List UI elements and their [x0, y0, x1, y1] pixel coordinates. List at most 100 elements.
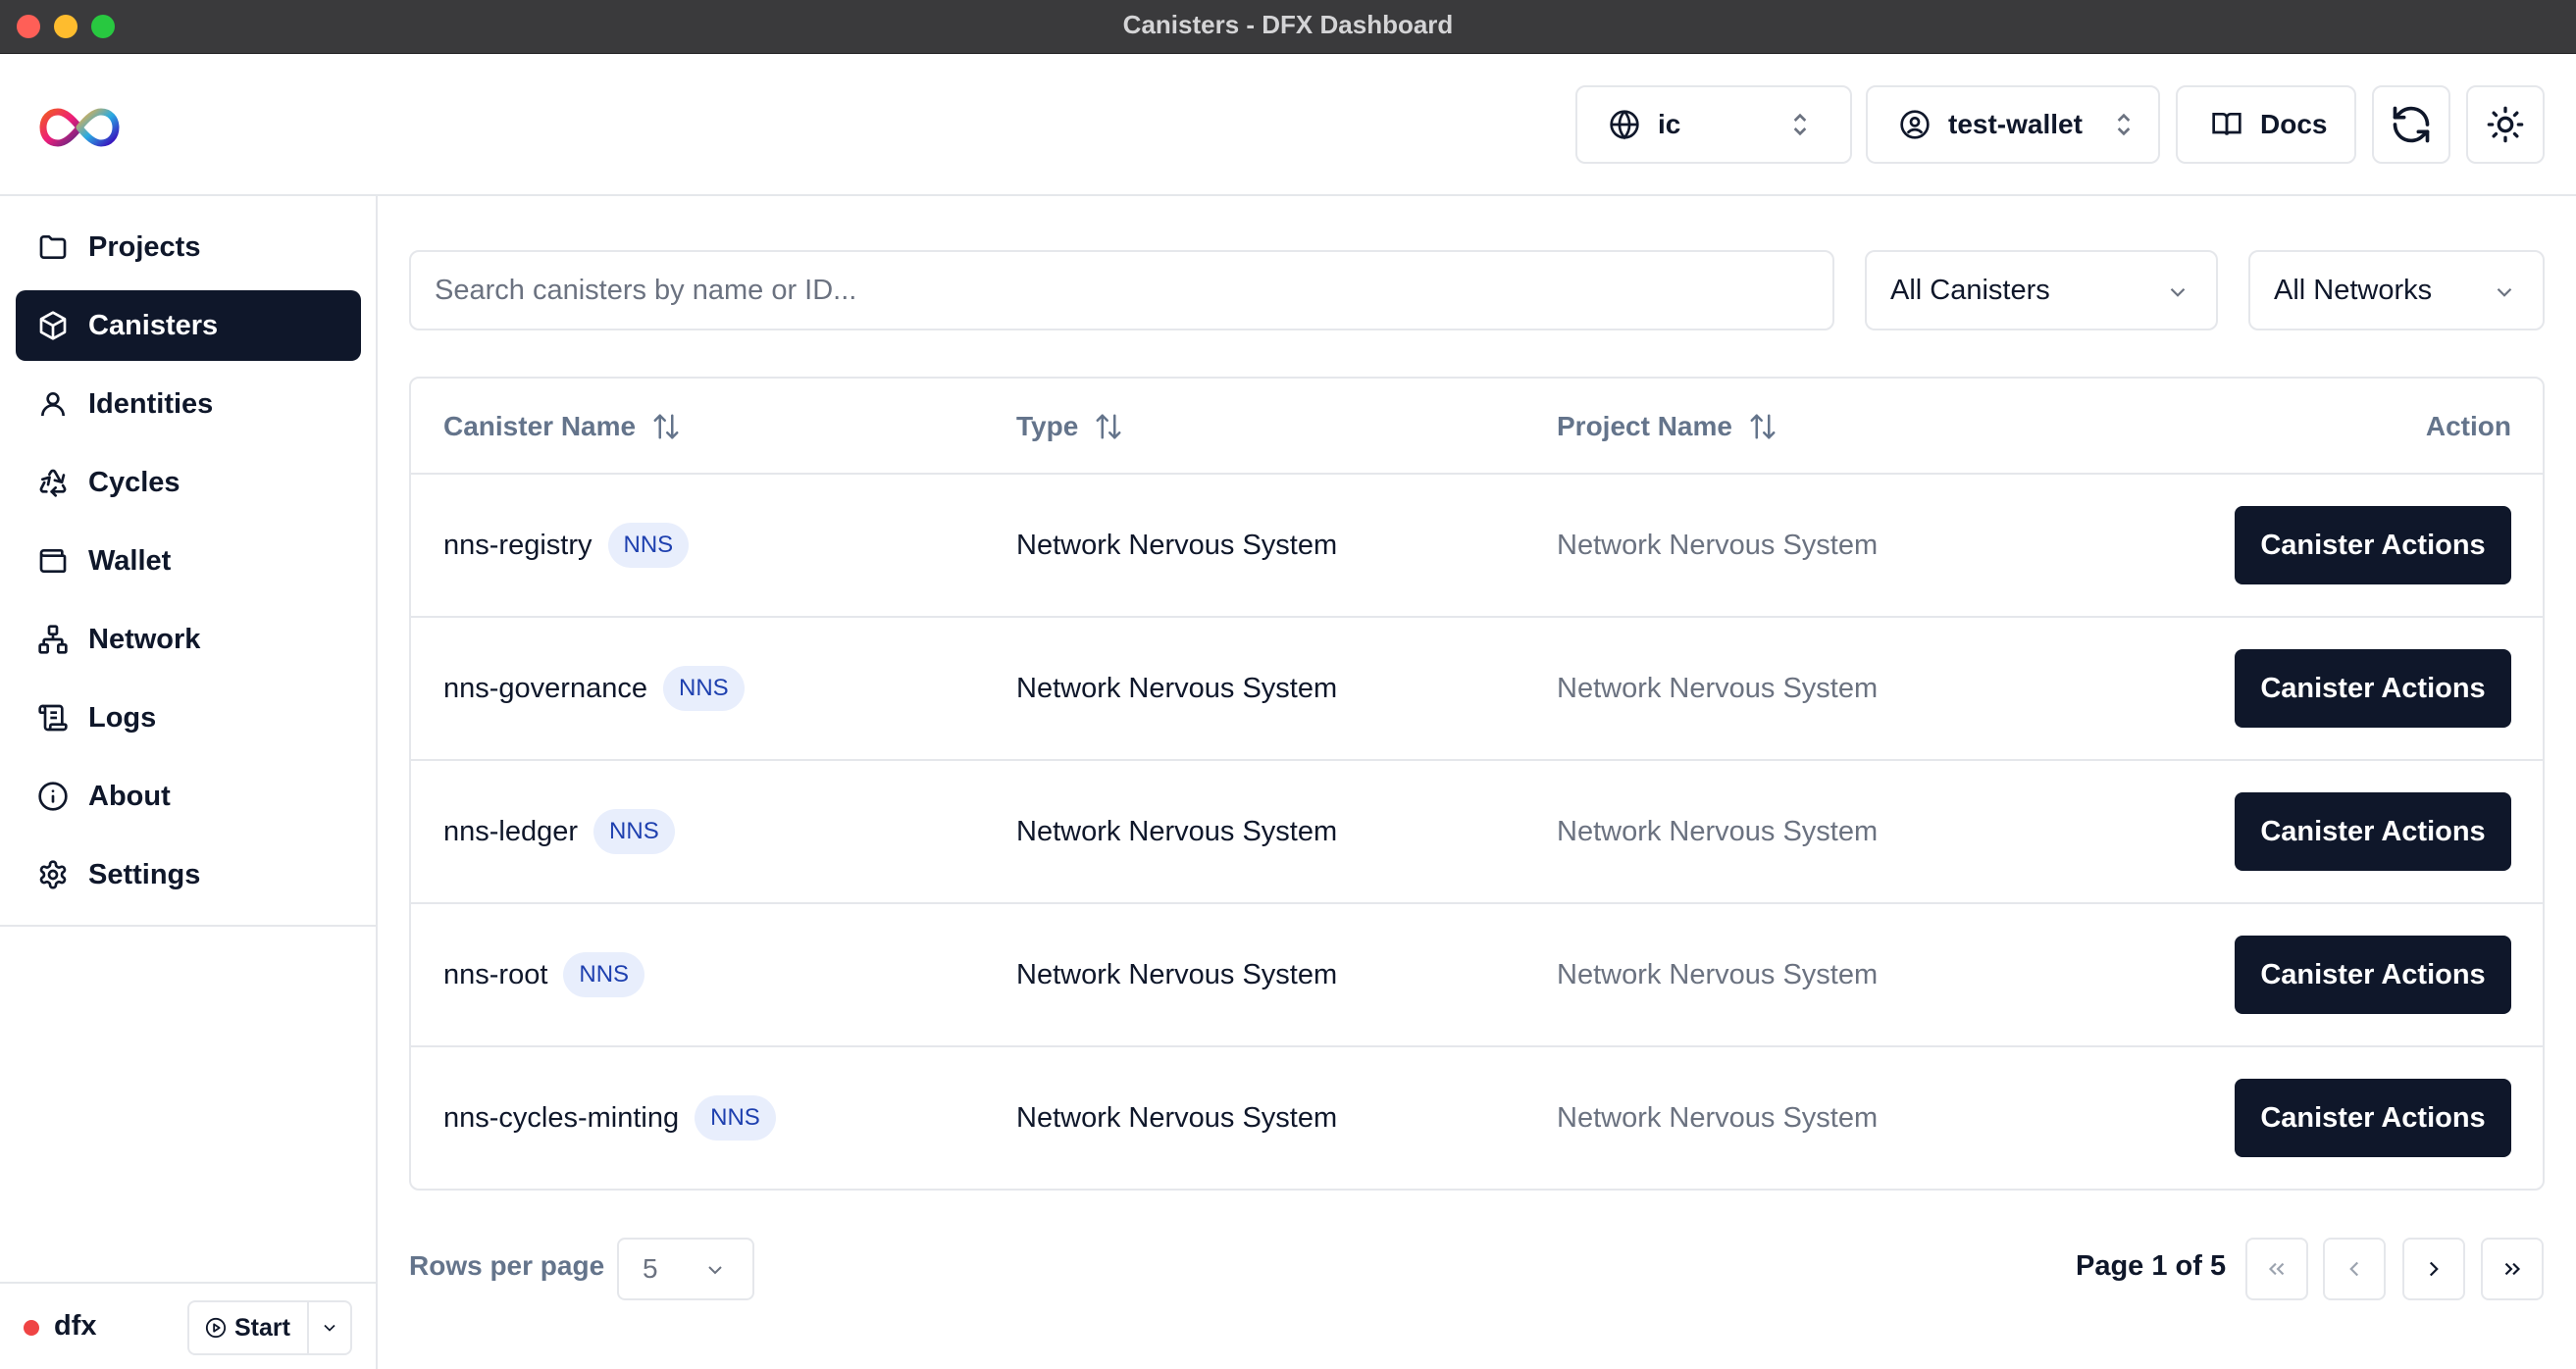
sidebar-item-label: Canisters [88, 309, 219, 341]
first-page-button[interactable] [2245, 1238, 2308, 1300]
project-name: Network Nervous System [1557, 672, 1879, 704]
sort-icon [653, 414, 679, 439]
window-title: Canisters - DFX Dashboard [1122, 10, 1454, 39]
canister-actions-button[interactable]: Canister Actions [2235, 649, 2511, 728]
start-button[interactable]: Start [189, 1302, 309, 1353]
sidebar-item-identities[interactable]: Identities [16, 369, 361, 439]
identity-selector-label: test-wallet [1948, 109, 2083, 139]
rows-per-page-select[interactable]: 5 [617, 1238, 754, 1300]
sidebar-item-projects[interactable]: Projects [16, 212, 361, 282]
canister-type: Network Nervous System [1016, 672, 1338, 704]
chevrons-right-icon [2504, 1262, 2521, 1276]
canister-name: nns-cycles-minting [443, 1101, 680, 1134]
gear-icon [39, 860, 67, 889]
docs-button[interactable]: Docs [2176, 85, 2356, 164]
sidebar-item-cycles[interactable]: Cycles [16, 447, 361, 518]
start-button-label: Start [234, 1313, 290, 1342]
canister-name-cell: nns-ledger NNS [443, 761, 675, 902]
network-selector[interactable]: ic [1575, 85, 1852, 164]
chevron-down-icon [708, 1266, 722, 1275]
network-filter-select[interactable]: All Networks [2248, 250, 2545, 330]
infinity-logo-icon[interactable] [39, 100, 120, 155]
identity-selector[interactable]: test-wallet [1866, 85, 2160, 164]
user-circle-icon [1900, 110, 1930, 139]
nns-badge: NNS [563, 952, 645, 997]
app-header: ic test-wallet Docs [0, 54, 2576, 196]
nns-badge: NNS [593, 809, 675, 854]
table-row: nns-ledger NNS Network Nervous System Ne… [411, 759, 2543, 902]
project-name: Network Nervous System [1557, 815, 1879, 847]
chevron-down-icon [2170, 287, 2186, 297]
book-open-icon [2212, 113, 2241, 135]
sidebar-footer-divider [0, 1282, 376, 1284]
sun-icon [2487, 106, 2524, 143]
canister-name: nns-registry [443, 529, 592, 561]
sidebar-item-network[interactable]: Network [16, 604, 361, 675]
theme-toggle-button[interactable] [2466, 85, 2545, 164]
user-icon [41, 392, 65, 417]
column-header-label: Action [2425, 411, 2511, 441]
canister-actions-button[interactable]: Canister Actions [2235, 936, 2511, 1014]
chevron-up-down-icon [2117, 113, 2131, 136]
column-header-project-name[interactable]: Project Name [1557, 379, 1777, 475]
column-header-type[interactable]: Type [1016, 379, 1123, 475]
previous-page-button[interactable] [2323, 1238, 2386, 1300]
column-header-canister-name[interactable]: Canister Name [443, 379, 681, 475]
table-row: nns-registry NNS Network Nervous System … [411, 473, 2543, 616]
network-filter-value: All Networks [2274, 274, 2433, 306]
dfx-status-indicator [24, 1320, 39, 1336]
box-icon [39, 311, 67, 340]
project-name: Network Nervous System [1557, 958, 1879, 990]
search-input[interactable] [409, 250, 1834, 330]
canisters-table: Canister Name Type Project Name Action n… [409, 377, 2545, 1191]
sidebar-item-label: Identities [88, 387, 214, 420]
canister-actions-button[interactable]: Canister Actions [2235, 792, 2511, 871]
folder-icon [39, 235, 67, 259]
canister-filter-select[interactable]: All Canisters [1865, 250, 2218, 330]
sidebar-item-label: Logs [88, 701, 157, 734]
window-titlebar: Canisters - DFX Dashboard [0, 0, 2576, 54]
start-options-dropdown[interactable] [309, 1302, 350, 1353]
project-name: Network Nervous System [1557, 1101, 1879, 1134]
refresh-button[interactable] [2372, 85, 2450, 164]
start-button-group: Start [187, 1300, 352, 1355]
sidebar-item-label: About [88, 780, 171, 812]
column-header-label: Project Name [1557, 411, 1732, 441]
sort-icon [1096, 414, 1121, 439]
sidebar-item-label: Projects [88, 230, 201, 263]
sidebar-item-logs[interactable]: Logs [16, 683, 361, 753]
canister-name: nns-governance [443, 672, 647, 704]
globe-icon [1610, 110, 1639, 140]
logs-icon [38, 704, 68, 732]
canister-name-cell: nns-cycles-minting NNS [443, 1047, 776, 1189]
canister-name-cell: nns-registry NNS [443, 475, 690, 616]
rows-per-page-label: Rows per page [409, 1250, 605, 1281]
nns-badge: NNS [695, 1095, 776, 1141]
sidebar-item-about[interactable]: About [16, 761, 361, 832]
last-page-button[interactable] [2481, 1238, 2544, 1300]
sidebar-item-settings[interactable]: Settings [16, 839, 361, 910]
canister-name: nns-root [443, 958, 548, 990]
canister-type: Network Nervous System [1016, 815, 1338, 847]
canister-actions-button[interactable]: Canister Actions [2235, 506, 2511, 584]
nns-badge: NNS [607, 523, 690, 568]
column-header-action: Action [2426, 379, 2511, 475]
network-icon [38, 625, 68, 654]
sidebar-item-canisters[interactable]: Canisters [16, 290, 361, 361]
play-circle-icon [205, 1317, 227, 1339]
dfx-label: dfx [54, 1310, 97, 1342]
chevron-down-icon [2497, 287, 2512, 297]
table-row: nns-root NNS Network Nervous System Netw… [411, 902, 2543, 1045]
canister-actions-button[interactable]: Canister Actions [2235, 1079, 2511, 1157]
sidebar-divider [0, 925, 376, 927]
next-page-button[interactable] [2402, 1238, 2465, 1300]
rows-per-page-value: 5 [643, 1253, 658, 1284]
column-header-label: Canister Name [443, 411, 637, 441]
sidebar-item-wallet[interactable]: Wallet [16, 526, 361, 596]
sidebar: Projects Canisters Identities Cycles Wal… [0, 196, 378, 1369]
sidebar-item-label: Network [88, 623, 201, 655]
nns-badge: NNS [662, 666, 745, 711]
recycle-icon [39, 469, 67, 497]
chevron-left-icon [2349, 1261, 2359, 1277]
chevron-up-down-icon [1793, 113, 1807, 136]
